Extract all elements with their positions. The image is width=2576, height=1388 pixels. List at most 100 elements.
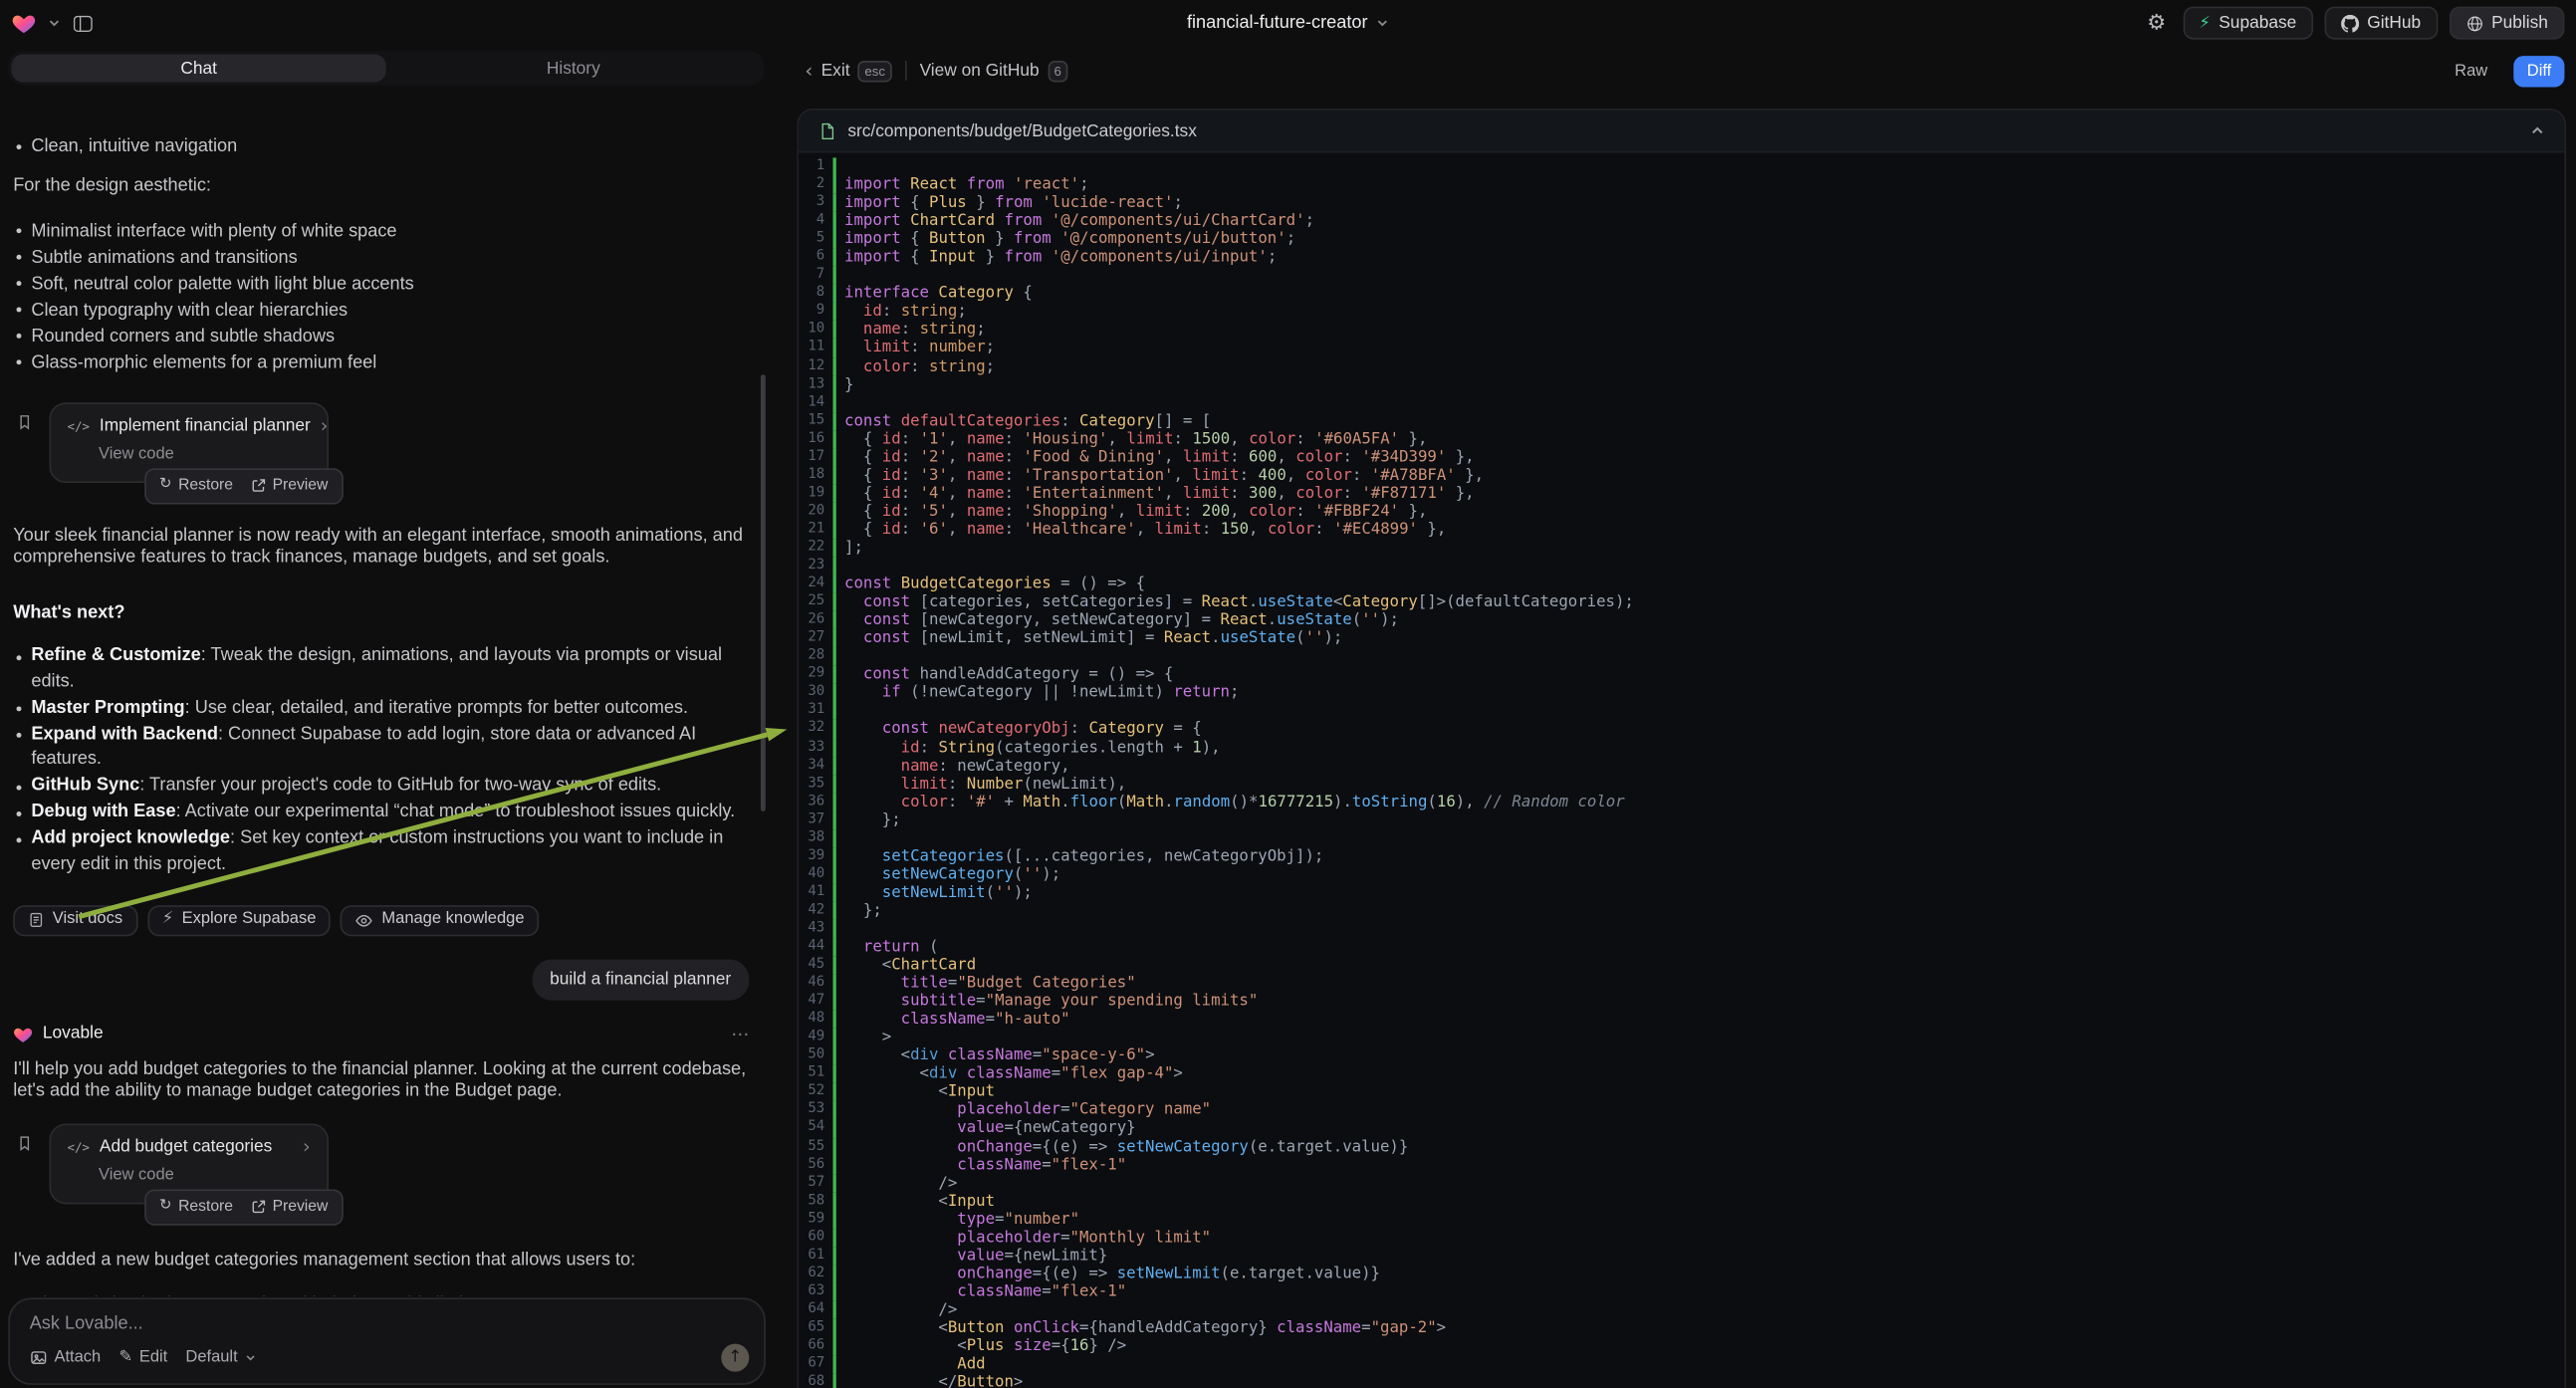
image-icon <box>30 1349 48 1367</box>
lovable-logo[interactable] <box>12 11 37 36</box>
code-line: 29 const handleAddCategory = () => { <box>799 666 2565 684</box>
view-on-github-button[interactable]: View on GitHub 6 <box>920 60 1068 81</box>
attach-button[interactable]: Attach <box>30 1349 102 1367</box>
view-code-link[interactable]: View code <box>99 1165 311 1187</box>
line-number: 43 <box>799 920 833 938</box>
diff-toggle-button[interactable]: Diff <box>2514 55 2565 86</box>
tab-chat[interactable]: Chat <box>12 54 386 82</box>
line-number: 14 <box>799 393 833 411</box>
code-line: 18 { id: '3', name: 'Transportation', li… <box>799 466 2565 484</box>
code-line: 5import { Button } from '@/components/ui… <box>799 230 2565 248</box>
code-panel: ‹ Exit esc View on GitHub 6 Raw Diff src… <box>786 46 2576 1388</box>
code-file-card: src/components/budget/BudgetCategories.t… <box>797 109 2566 1388</box>
code-line: 17 { id: '2', name: 'Food & Dining', lim… <box>799 448 2565 466</box>
project-switcher[interactable]: financial-future-creator <box>1187 13 1389 33</box>
code-line: 3import { Plus } from 'lucide-react'; <box>799 194 2565 212</box>
code-line: 6import { Input } from '@/components/ui/… <box>799 249 2565 267</box>
bullet-item: Minimalist interface with plenty of whit… <box>13 218 749 244</box>
line-number: 59 <box>799 1210 833 1228</box>
code-line: 61 value={newLimit} <box>799 1247 2565 1265</box>
bullet-item: Rounded corners and subtle shadows <box>13 323 749 348</box>
code-icon: </> <box>68 1136 90 1158</box>
exit-button[interactable]: ‹ Exit esc <box>805 59 891 82</box>
line-number: 10 <box>799 321 833 339</box>
view-code-link[interactable]: View code <box>99 443 311 465</box>
send-button[interactable]: ↑ <box>721 1344 749 1372</box>
next-step-item: GitHub Sync: Transfer your project's cod… <box>13 774 749 800</box>
code-line: 54 value={newCategory} <box>799 1119 2565 1137</box>
line-number: 58 <box>799 1192 833 1210</box>
code-line: 9 id: string; <box>799 303 2565 321</box>
manage-knowledge-button[interactable]: Manage knowledge <box>341 904 539 935</box>
chat-scrollbar[interactable] <box>761 374 766 811</box>
code-line: 33 id: String(categories.length + 1), <box>799 739 2565 757</box>
code-line: 55 onChange={(e) => setNewCategory(e.tar… <box>799 1138 2565 1156</box>
attach-label: Attach <box>54 1349 101 1367</box>
chevron-down-icon <box>1376 16 1389 29</box>
line-number: 26 <box>799 611 833 629</box>
user-message: build a financial planner <box>532 959 749 1001</box>
line-number: 39 <box>799 847 833 865</box>
code-line: 28 <box>799 647 2565 665</box>
line-number: 55 <box>799 1138 833 1156</box>
bullet-item: Soft, neutral color palette with light b… <box>13 270 749 296</box>
code-line: 46 title="Budget Categories" <box>799 975 2565 993</box>
restore-button[interactable]: ↻ Restore <box>159 1196 233 1218</box>
publish-button[interactable]: Publish <box>2449 7 2564 40</box>
bullet-item: Clean typography with clear hierarchies <box>13 297 749 323</box>
code-line: 62 onChange={(e) => setNewLimit(e.target… <box>799 1265 2565 1282</box>
bullet-item: View existing budget categories with the… <box>13 1291 749 1296</box>
github-button[interactable]: GitHub <box>2324 7 2437 40</box>
model-selector[interactable]: Default <box>185 1349 255 1367</box>
line-number: 33 <box>799 739 833 757</box>
bullet-item: Glass-morphic elements for a premium fee… <box>13 349 749 375</box>
supabase-label: Supabase <box>2219 13 2296 33</box>
line-number: 8 <box>799 285 833 303</box>
collapse-icon[interactable] <box>2530 123 2545 138</box>
restore-button[interactable]: ↻ Restore <box>159 475 233 497</box>
tab-history[interactable]: History <box>386 54 761 82</box>
line-number: 4 <box>799 212 833 230</box>
supabase-button[interactable]: ⚡ Supabase <box>2183 7 2313 40</box>
bookmark-icon[interactable] <box>16 1133 32 1160</box>
next-step-item: Add project knowledge: Set key context o… <box>13 826 749 877</box>
line-number: 25 <box>799 593 833 611</box>
visit-docs-button[interactable]: Visit docs <box>13 904 137 935</box>
code-line: 57 /> <box>799 1174 2565 1192</box>
raw-toggle-button[interactable]: Raw <box>2442 55 2500 86</box>
toggle-sidebar-icon[interactable] <box>73 12 94 33</box>
chat-input[interactable]: Ask Lovable... <box>30 1314 748 1334</box>
code-line: 59 type="number" <box>799 1210 2565 1228</box>
more-options-icon[interactable]: ⋯ <box>731 1024 749 1045</box>
code-line: 7 <box>799 267 2565 285</box>
workspace-chevron-icon[interactable] <box>48 16 61 29</box>
explore-supabase-button[interactable]: ⚡ Explore Supabase <box>147 904 331 935</box>
line-number: 11 <box>799 340 833 357</box>
edit-mode-button[interactable]: ✎ Edit <box>118 1349 167 1367</box>
file-header[interactable]: src/components/budget/BudgetCategories.t… <box>799 111 2565 153</box>
bookmark-icon[interactable] <box>16 411 32 438</box>
settings-gear-icon[interactable]: ⚙ <box>2147 11 2166 36</box>
code-editor[interactable]: 12import React from 'react';3import { Pl… <box>799 152 2565 1388</box>
chevron-right-icon: › <box>321 417 329 433</box>
code-line: 32 const newCategoryObj: Category = { <box>799 720 2565 738</box>
preview-button[interactable]: Preview <box>251 1196 328 1218</box>
bullet-list: View existing budget categories with the… <box>13 1291 749 1296</box>
line-number: 28 <box>799 647 833 665</box>
chevron-down-icon <box>244 1352 256 1364</box>
app-window: financial-future-creator ⚙ ⚡ Supabase Gi… <box>0 0 2576 1388</box>
line-number: 31 <box>799 702 833 720</box>
next-steps-list: Refine & Customize: Tweak the design, an… <box>13 644 749 878</box>
explore-supabase-label: Explore Supabase <box>182 909 317 931</box>
line-number: 36 <box>799 793 833 810</box>
code-line: 38 <box>799 829 2565 847</box>
chat-thread[interactable]: Clean, intuitive navigation For the desi… <box>0 124 772 1295</box>
edit-card-row: </> Implement financial planner › View c… <box>23 401 329 482</box>
preview-button[interactable]: Preview <box>251 475 328 497</box>
header-divider <box>905 61 907 81</box>
aesthetic-heading: For the design aesthetic: <box>13 176 749 198</box>
esc-key-badge: esc <box>858 60 892 81</box>
code-line: 23 <box>799 557 2565 575</box>
line-number: 6 <box>799 249 833 267</box>
visit-doc-label: Visit docs <box>53 909 122 931</box>
